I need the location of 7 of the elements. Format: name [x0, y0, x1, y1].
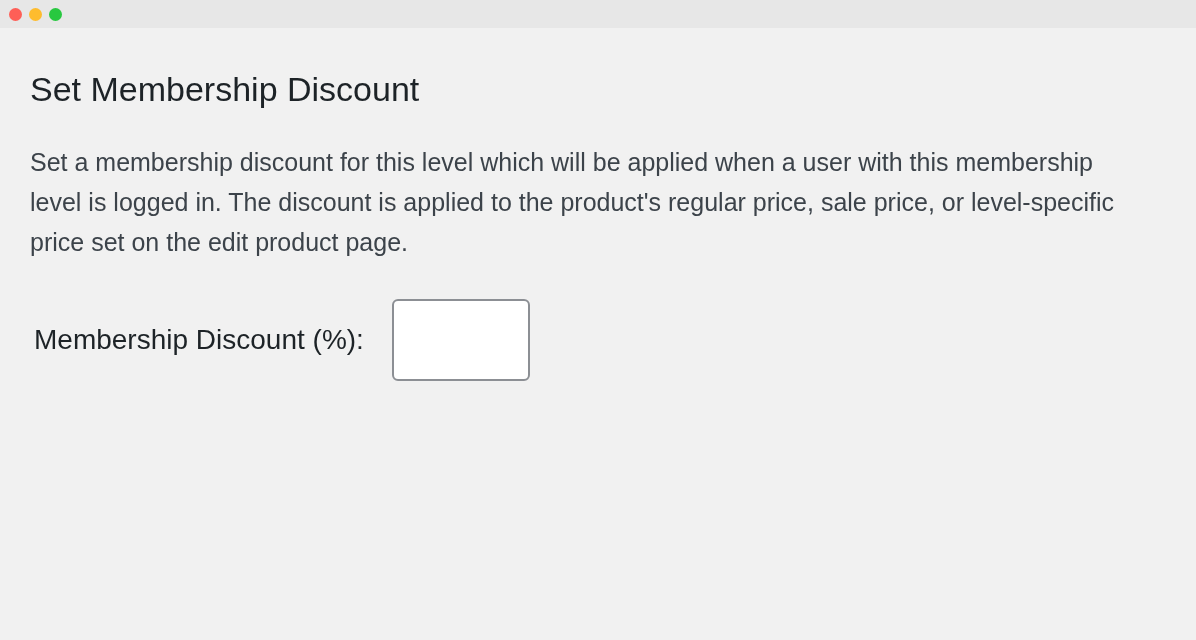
description-text: Set a membership discount for this level which will be applied when a user with this membership level is logged in. The discount is applied to the product's regular price, sale price, or level-specific price set on the edit product page.	[30, 147, 1116, 258]
discount-input-field[interactable]	[391, 299, 530, 381]
close-button[interactable]	[9, 7, 22, 21]
page-heading: Set Membership Discount	[30, 69, 421, 110]
minimize-button[interactable]	[29, 7, 42, 21]
field-label: Membership Discount (%):	[34, 324, 364, 356]
maximize-button[interactable]	[49, 7, 62, 21]
